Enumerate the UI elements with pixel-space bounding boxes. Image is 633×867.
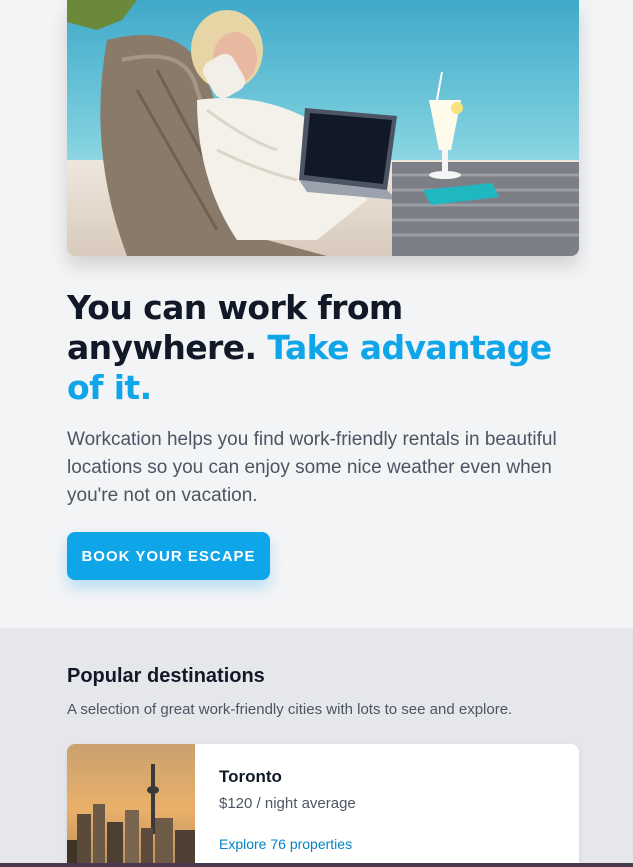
destination-city: Toronto [219,767,282,786]
section-title: Popular destinations [67,665,265,687]
explore-properties-link[interactable]: Explore 76 properties [219,836,352,852]
popular-destinations-section: Popular destinations A selection of grea… [0,628,633,867]
hero-image [67,0,579,256]
destination-price: $120 / night average [219,795,356,812]
hero-section: You can work from anywhere. Take advanta… [0,0,633,628]
hero-headline: You can work from anywhere. Take advanta… [67,288,577,408]
bottom-edge-bar [0,863,633,867]
destination-card[interactable]: Toronto $120 / night average Explore 76 … [67,744,579,867]
section-subtitle: A selection of great work-friendly citie… [67,701,513,718]
book-escape-button[interactable]: Book your escape [67,532,270,580]
destination-image [67,744,195,867]
hero-description: Workcation helps you find work-friendly … [67,429,557,506]
